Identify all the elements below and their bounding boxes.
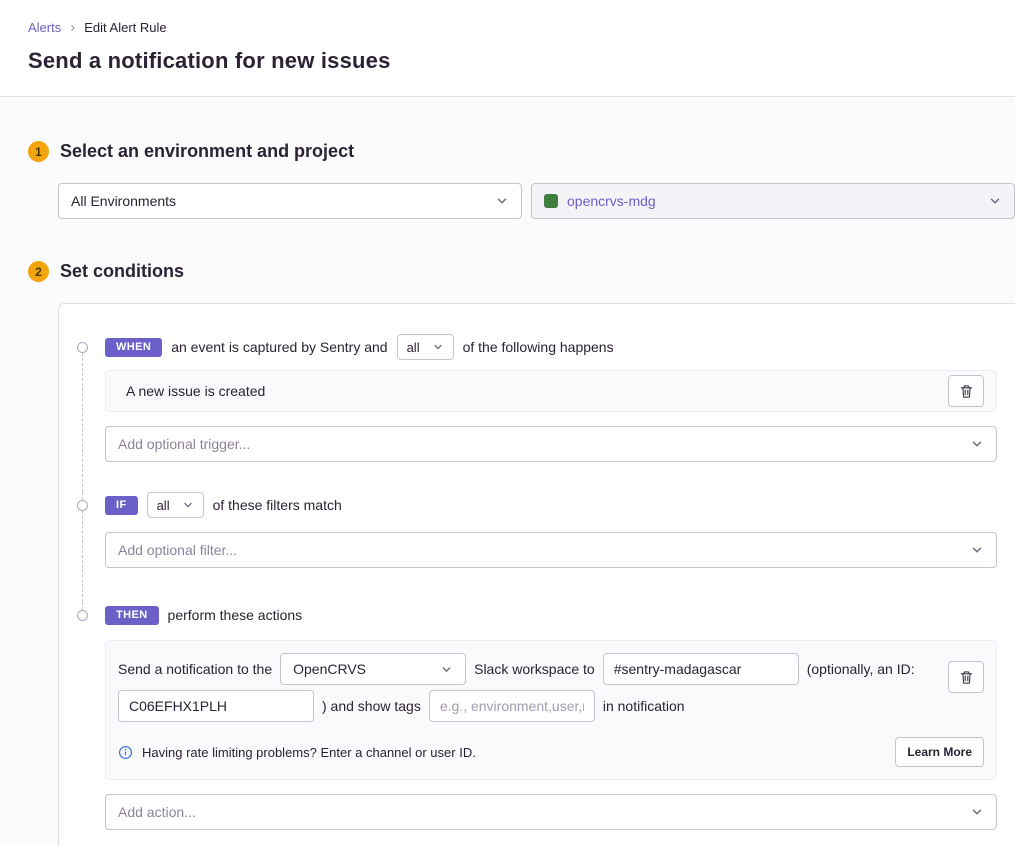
when-node-icon <box>77 342 88 353</box>
when-gutter <box>59 334 105 492</box>
page-header: Alerts › Edit Alert Rule Send a notifica… <box>0 0 1015 97</box>
step1-title: Select an environment and project <box>60 141 354 162</box>
project-select-value: opencrvs-mdg <box>567 193 988 209</box>
add-action-placeholder: Add action... <box>118 804 970 820</box>
then-node-icon <box>77 610 88 621</box>
condition-label: A new issue is created <box>126 383 948 399</box>
main-content: 1 Select an environment and project All … <box>0 97 1015 846</box>
if-match-select[interactable]: all <box>147 492 204 518</box>
chevron-down-icon <box>970 437 984 451</box>
step2-heading: 2 Set conditions <box>28 261 1015 282</box>
step1-heading: 1 Select an environment and project <box>28 141 1015 162</box>
page-title: Send a notification for new issues <box>28 48 987 74</box>
breadcrumb-current: Edit Alert Rule <box>84 20 166 35</box>
delete-action-button[interactable] <box>948 661 984 693</box>
rate-limit-note-row: Having rate limiting problems? Enter a c… <box>118 737 984 767</box>
condition-row: A new issue is created <box>105 370 997 412</box>
action-text-5: in notification <box>603 698 685 714</box>
breadcrumb: Alerts › Edit Alert Rule <box>28 20 987 35</box>
action-text-1: Send a notification to the <box>118 661 272 677</box>
chevron-down-icon <box>432 341 444 353</box>
action-text-4: ) and show tags <box>322 698 421 714</box>
if-node-icon <box>77 500 88 511</box>
if-rule-row: IF all of these filters match <box>105 492 997 518</box>
then-gutter <box>59 602 105 846</box>
when-text-before: an event is captured by Sentry and <box>171 339 387 355</box>
breadcrumb-separator-icon: › <box>70 20 75 35</box>
trash-icon <box>959 670 974 685</box>
if-match-select-value: all <box>157 498 170 513</box>
chevron-down-icon <box>495 194 509 208</box>
info-icon <box>118 745 133 760</box>
if-text-after: of these filters match <box>213 497 342 513</box>
connector-line <box>82 492 83 500</box>
environment-select-value: All Environments <box>71 193 495 209</box>
project-platform-icon <box>544 194 558 208</box>
action-text-3: (optionally, an ID: <box>807 661 915 677</box>
add-action-select[interactable]: Add action... <box>105 794 997 830</box>
if-gutter <box>59 492 105 602</box>
step1-number-badge: 1 <box>28 141 49 162</box>
when-text-after: of the following happens <box>463 339 614 355</box>
when-match-select[interactable]: all <box>397 334 454 360</box>
chevron-down-icon <box>440 663 453 676</box>
when-rule-row: WHEN an event is captured by Sentry and … <box>105 334 997 360</box>
tags-input[interactable] <box>429 690 595 722</box>
chevron-down-icon <box>988 194 1002 208</box>
connector-line <box>82 602 83 610</box>
slack-action-row: Send a notification to the OpenCRVS Slac… <box>105 640 997 780</box>
environment-select[interactable]: All Environments <box>58 183 522 219</box>
add-optional-filter-placeholder: Add optional filter... <box>118 542 970 558</box>
then-badge: THEN <box>105 606 159 625</box>
connector-line <box>82 511 83 602</box>
action-text-2: Slack workspace to <box>474 661 595 677</box>
environment-project-row: All Environments opencrvs-mdg <box>58 183 1015 219</box>
then-text-after: perform these actions <box>168 607 303 623</box>
conditions-panel: WHEN an event is captured by Sentry and … <box>58 303 1015 846</box>
channel-input[interactable] <box>603 653 799 685</box>
add-optional-filter-select[interactable]: Add optional filter... <box>105 532 997 568</box>
connector-line <box>82 353 83 492</box>
project-select[interactable]: opencrvs-mdg <box>531 183 1015 219</box>
when-block: WHEN an event is captured by Sentry and … <box>59 334 1015 492</box>
when-match-select-value: all <box>407 340 420 355</box>
workspace-select-value: OpenCRVS <box>293 661 440 677</box>
breadcrumb-alerts-link[interactable]: Alerts <box>28 20 61 35</box>
if-block: IF all of these filters match Add option… <box>59 492 1015 602</box>
learn-more-button[interactable]: Learn More <box>895 737 984 767</box>
channel-id-input[interactable] <box>118 690 314 722</box>
chevron-down-icon <box>970 805 984 819</box>
step2-title: Set conditions <box>60 261 184 282</box>
chevron-down-icon <box>182 499 194 511</box>
add-optional-trigger-placeholder: Add optional trigger... <box>118 436 970 452</box>
rate-limit-note-text: Having rate limiting problems? Enter a c… <box>142 745 476 760</box>
action-sentence: Send a notification to the OpenCRVS Slac… <box>118 653 936 722</box>
chevron-down-icon <box>970 543 984 557</box>
add-optional-trigger-select[interactable]: Add optional trigger... <box>105 426 997 462</box>
when-badge: WHEN <box>105 338 162 357</box>
if-badge: IF <box>105 496 138 515</box>
workspace-select[interactable]: OpenCRVS <box>280 653 466 685</box>
delete-condition-button[interactable] <box>948 375 984 407</box>
step2-number-badge: 2 <box>28 261 49 282</box>
then-block: THEN perform these actions Send a notifi… <box>59 602 1015 846</box>
then-rule-row: THEN perform these actions <box>105 602 997 628</box>
trash-icon <box>959 384 974 399</box>
